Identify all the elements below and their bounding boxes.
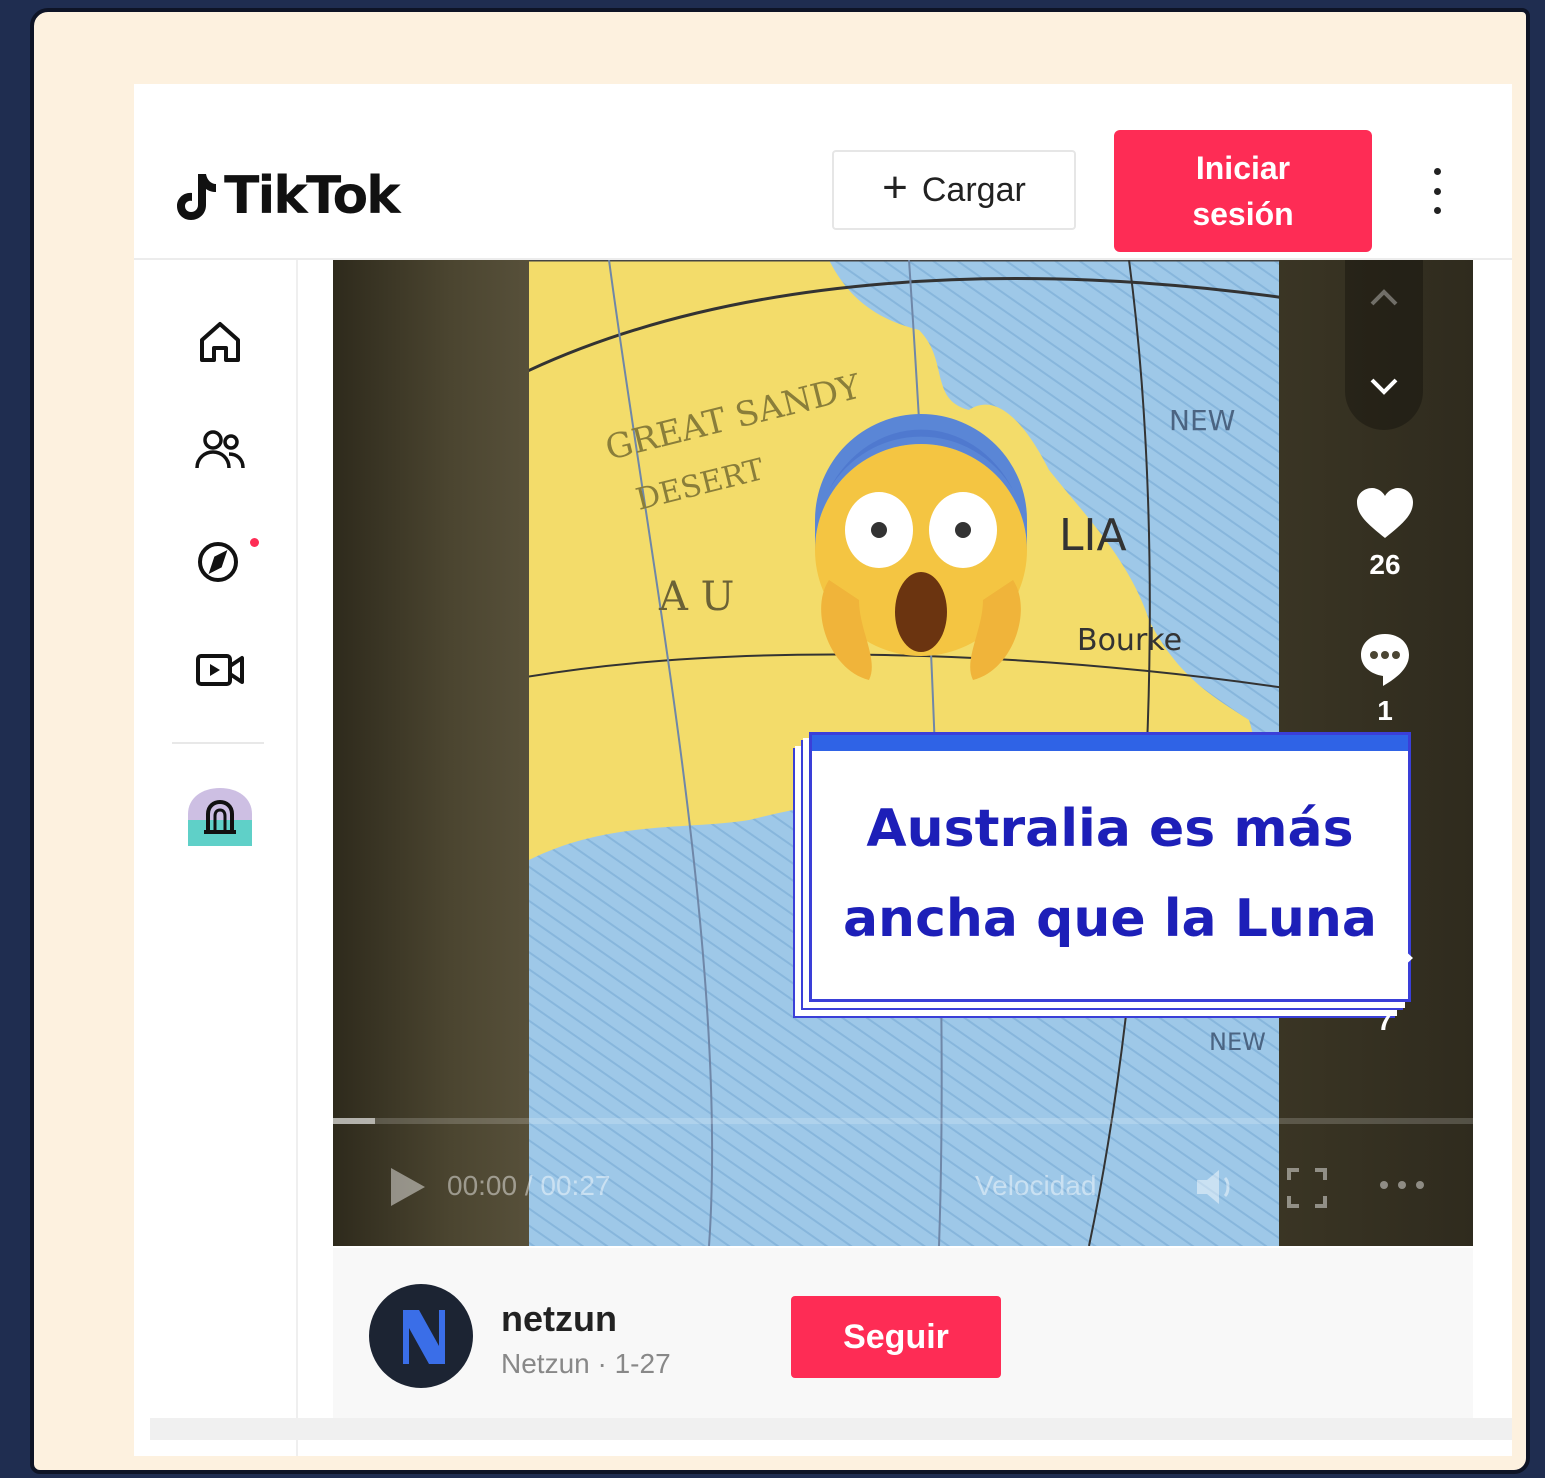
- tiktok-window: TikTok + Cargar Iniciar sesión GREAT SAN…: [134, 84, 1512, 1456]
- caption-card: Australia es más ancha que la Luna: [809, 732, 1411, 1002]
- video-player[interactable]: GREAT SANDY DESERT A U LIA Bourke NEW NE…: [333, 260, 1473, 1246]
- video-caption: Australia es más ancha que la Luna: [843, 770, 1377, 964]
- chevron-up-icon[interactable]: [1366, 284, 1402, 310]
- map-label-bourke: Bourke: [1077, 623, 1182, 658]
- save-action[interactable]: 2: [1345, 784, 1425, 891]
- tiktok-studio-icon[interactable]: [184, 786, 256, 846]
- scream-emoji: [815, 414, 1027, 680]
- home-icon[interactable]: [190, 312, 250, 372]
- upload-button[interactable]: + Cargar: [832, 150, 1076, 230]
- comment-action[interactable]: 1: [1345, 630, 1425, 727]
- avatar[interactable]: [369, 1284, 473, 1388]
- like-count: 26: [1369, 549, 1401, 580]
- video-progress-bar[interactable]: [333, 1118, 1473, 1124]
- sidebar: [134, 260, 298, 1456]
- caption-line-2: ancha que la Luna: [842, 889, 1378, 949]
- speed-label[interactable]: Velocidad: [975, 1170, 1096, 1202]
- map-label-au: A U: [658, 574, 734, 620]
- video-time: 00:00 / 00:27: [447, 1170, 611, 1201]
- author-bar: netzun Netzun · 1-27 Seguir: [333, 1248, 1473, 1418]
- more-video-options-icon[interactable]: [1377, 1178, 1427, 1192]
- map-label-new-2: NEW: [1209, 1028, 1266, 1056]
- more-options-icon[interactable]: [1426, 168, 1448, 214]
- share-icon: [1357, 936, 1413, 984]
- share-count: 7: [1377, 1005, 1393, 1036]
- video-progress-fill: [333, 1118, 376, 1124]
- author-username[interactable]: netzun: [501, 1298, 617, 1340]
- like-action[interactable]: 26: [1345, 486, 1425, 581]
- bookmark-icon: [1367, 786, 1403, 838]
- login-button[interactable]: Iniciar sesión: [1114, 130, 1372, 252]
- top-bar: TikTok + Cargar Iniciar sesión: [134, 84, 1512, 260]
- comment-icon: [1361, 634, 1409, 686]
- map-label-lia: LIA: [1059, 510, 1127, 561]
- upload-label: Cargar: [921, 170, 1026, 209]
- caption-card-titlebar: [812, 735, 1408, 751]
- save-count: 2: [1377, 859, 1393, 890]
- follow-button[interactable]: Seguir: [791, 1296, 1001, 1378]
- notification-dot: [250, 538, 259, 547]
- share-action[interactable]: 7: [1345, 932, 1425, 1037]
- video-controls: 00:00 / 00:27 Velocidad: [333, 1150, 1473, 1224]
- author-subline: Netzun · 1-27: [501, 1348, 671, 1379]
- live-icon[interactable]: [190, 640, 250, 700]
- frame: TikTok + Cargar Iniciar sesión GREAT SAN…: [30, 8, 1530, 1474]
- explore-icon[interactable]: [190, 530, 250, 590]
- caption-line-1: Australia es más: [866, 799, 1354, 859]
- fullscreen-icon[interactable]: [1285, 1166, 1329, 1210]
- following-icon[interactable]: [190, 420, 250, 480]
- map-label-new: NEW: [1169, 404, 1235, 437]
- tiktok-logo[interactable]: TikTok: [174, 166, 401, 226]
- comment-count: 1: [1377, 695, 1393, 726]
- chevron-down-icon[interactable]: [1366, 374, 1402, 400]
- video-left-blur: [333, 260, 529, 1246]
- play-icon[interactable]: [387, 1164, 429, 1210]
- volume-icon[interactable]: [1193, 1166, 1239, 1208]
- video-navigation: [1345, 260, 1423, 430]
- heart-icon: [1357, 488, 1413, 538]
- plus-icon: +: [882, 163, 908, 212]
- sidebar-divider: [172, 742, 264, 744]
- tiktok-note-icon: [177, 174, 216, 220]
- logo-text: TikTok: [224, 166, 401, 226]
- next-video-strip: [150, 1418, 1512, 1440]
